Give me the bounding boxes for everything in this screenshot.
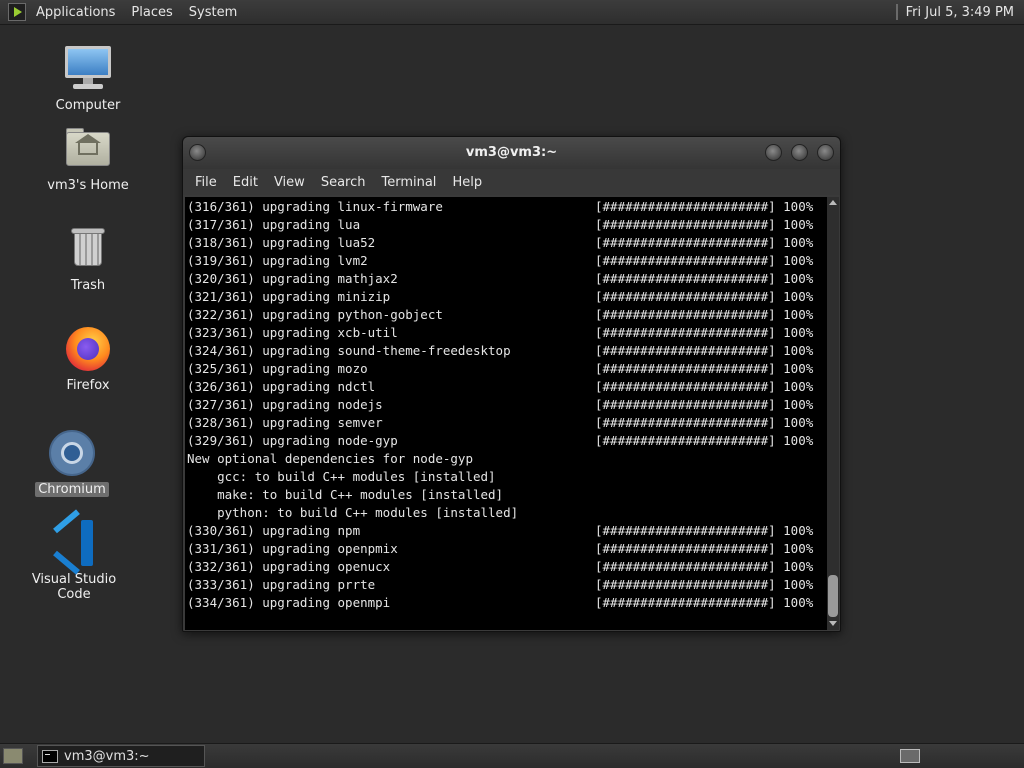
- menu-terminal[interactable]: Terminal: [373, 175, 444, 190]
- terminal-line: make: to build C++ modules [installed]: [187, 487, 504, 502]
- desktop-icon-chromium[interactable]: Chromium: [12, 428, 132, 497]
- terminal-menubar: File Edit View Search Terminal Help: [183, 169, 840, 195]
- desktop-icon-computer[interactable]: Computer: [28, 44, 148, 113]
- clock-text: Fri Jul 5, 3:49 PM: [905, 4, 1014, 20]
- clock[interactable]: Fri Jul 5, 3:49 PM: [886, 4, 1024, 20]
- desktop-icon-label: Firefox: [66, 378, 110, 393]
- scrollbar-thumb[interactable]: [828, 575, 838, 617]
- show-desktop-icon[interactable]: [3, 748, 23, 764]
- terminal-line: python: to build C++ modules [installed]: [187, 505, 519, 520]
- applications-logo-icon[interactable]: [8, 3, 26, 21]
- taskbar-item-label: vm3@vm3:~: [64, 748, 150, 764]
- terminal-scrollbar[interactable]: [827, 197, 839, 630]
- terminal-line: (324/361) upgrading sound-theme-freedesk…: [187, 343, 814, 358]
- terminal-title: vm3@vm3:~: [465, 145, 558, 160]
- firefox-icon: [63, 324, 113, 374]
- terminal-line: (331/361) upgrading openpmix [###########…: [187, 541, 814, 556]
- desktop-icon-label: Trash: [70, 278, 106, 293]
- terminal-line: New optional dependencies for node-gyp: [187, 451, 473, 466]
- desktop-icon-firefox[interactable]: Firefox: [28, 324, 148, 393]
- taskbar-item-terminal[interactable]: vm3@vm3:~: [37, 745, 205, 767]
- bottom-panel: vm3@vm3:~: [0, 743, 1024, 768]
- terminal-line: (330/361) upgrading npm [################…: [187, 523, 814, 538]
- terminal-window[interactable]: vm3@vm3:~ File Edit View Search Terminal…: [182, 136, 841, 632]
- places-menu[interactable]: Places: [123, 0, 180, 25]
- home-folder-icon: [63, 124, 113, 174]
- terminal-line: (332/361) upgrading openucx [############…: [187, 559, 814, 574]
- desktop-icon-vscode[interactable]: Visual Studio Code: [14, 509, 134, 602]
- computer-icon: [63, 44, 113, 94]
- desktop-icon-home[interactable]: vm3's Home: [28, 124, 148, 193]
- maximize-icon[interactable]: [791, 144, 808, 161]
- terminal-line: (327/361) upgrading nodejs [#############…: [187, 397, 814, 412]
- desktop-icon-label: Visual Studio Code: [31, 572, 117, 602]
- menu-help[interactable]: Help: [444, 175, 490, 190]
- terminal-line: (333/361) upgrading prrte [##############…: [187, 577, 814, 592]
- menu-view[interactable]: View: [266, 175, 313, 190]
- terminal-line: (325/361) upgrading mozo [###############…: [187, 361, 814, 376]
- menu-search[interactable]: Search: [313, 175, 374, 190]
- terminal-line: (317/361) upgrading lua [################…: [187, 217, 814, 232]
- vscode-icon: [49, 509, 99, 575]
- scroll-up-arrow-icon[interactable]: [829, 200, 837, 205]
- desktop-icon-trash[interactable]: Trash: [28, 224, 148, 293]
- desktop-icon-label: Chromium: [35, 482, 109, 497]
- top-panel: Applications Places System Fri Jul 5, 3:…: [0, 0, 1024, 25]
- workspace-switcher[interactable]: [900, 749, 920, 763]
- terminal-line: (334/361) upgrading openmpi [############…: [187, 595, 814, 610]
- terminal-line: (321/361) upgrading minizip [############…: [187, 289, 814, 304]
- terminal-titlebar[interactable]: vm3@vm3:~: [183, 137, 840, 169]
- menu-edit[interactable]: Edit: [225, 175, 266, 190]
- terminal-line: (318/361) upgrading lua52 [##############…: [187, 235, 814, 250]
- desktop-icon-label: vm3's Home: [47, 178, 129, 193]
- terminal-line: (319/361) upgrading lvm2 [###############…: [187, 253, 814, 268]
- terminal-line: (316/361) upgrading linux-firmware [#####…: [187, 199, 814, 214]
- system-menu[interactable]: System: [181, 0, 245, 25]
- terminal-line: (328/361) upgrading semver [#############…: [187, 415, 814, 430]
- terminal-line: (320/361) upgrading mathjax2 [###########…: [187, 271, 814, 286]
- terminal-line: (326/361) upgrading ndctl [##############…: [187, 379, 814, 394]
- terminal-output[interactable]: (316/361) upgrading linux-firmware [#####…: [185, 197, 827, 630]
- panel-separator: [895, 4, 898, 20]
- terminal-line: (322/361) upgrading python-gobject [#####…: [187, 307, 814, 322]
- menu-file[interactable]: File: [187, 175, 225, 190]
- terminal-line: (323/361) upgrading xcb-util [###########…: [187, 325, 814, 340]
- terminal-icon: [42, 749, 58, 763]
- terminal-line: gcc: to build C++ modules [installed]: [187, 469, 496, 484]
- applications-menu[interactable]: Applications: [28, 0, 123, 25]
- minimize-icon[interactable]: [765, 144, 782, 161]
- scroll-down-arrow-icon[interactable]: [829, 621, 837, 626]
- trash-icon: [63, 224, 113, 274]
- chromium-icon: [47, 428, 97, 478]
- terminal-line: (329/361) upgrading node-gyp [###########…: [187, 433, 814, 448]
- close-icon[interactable]: [817, 144, 834, 161]
- desktop-icon-label: Computer: [55, 98, 121, 113]
